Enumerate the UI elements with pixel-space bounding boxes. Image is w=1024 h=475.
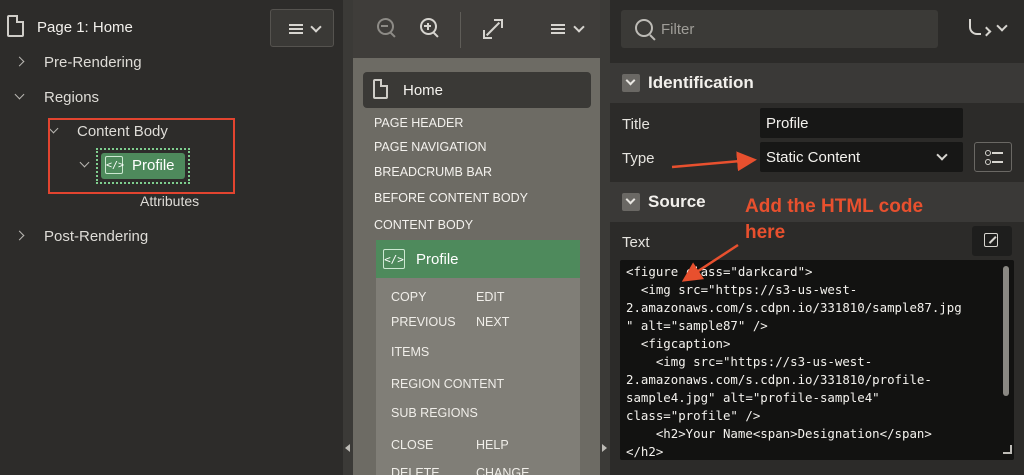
right-splitter[interactable]	[600, 0, 610, 475]
help-link[interactable]: HELP	[476, 438, 509, 452]
previous-link[interactable]: PREVIOUS	[391, 315, 456, 329]
annotation-line-2: here	[745, 222, 786, 243]
type-select-value: Static Content	[766, 149, 861, 166]
go-to-group-button[interactable]	[965, 16, 1015, 42]
code-line: sample4.jpg" alt="profile-sample4"	[626, 390, 880, 405]
title-field[interactable]: Profile	[760, 108, 963, 138]
next-link[interactable]: NEXT	[476, 315, 509, 329]
page-icon	[7, 15, 24, 37]
source-code-editor[interactable]: <figure class="darkcard"> <img src="http…	[620, 260, 1014, 460]
position-page-header[interactable]: PAGE HEADER	[374, 116, 463, 130]
chevron-down-icon	[310, 21, 322, 33]
hamburger-icon	[289, 24, 303, 34]
chevron-down-icon	[573, 21, 585, 33]
code-line: <figure class="darkcard">	[626, 264, 813, 279]
region-content-link[interactable]: REGION CONTENT	[391, 377, 504, 391]
tree-item-pre-rendering[interactable]: Pre-Rendering	[44, 54, 142, 71]
tree-header: Page 1: Home	[0, 0, 343, 56]
tree-item-post-rendering[interactable]: Post-Rendering	[44, 228, 148, 245]
chevron-down-icon	[936, 149, 948, 161]
code-line: <figcaption>	[626, 336, 731, 351]
rendering-tree-panel: Page 1: Home Pre-Rendering Regions Conte…	[0, 0, 343, 475]
arrow-head-icon	[981, 26, 992, 37]
tree-item-regions[interactable]: Regions	[44, 89, 99, 106]
hamburger-icon	[551, 24, 565, 34]
code-icon: </>	[383, 249, 405, 269]
copy-link[interactable]: COPY	[391, 290, 426, 304]
resize-handle-icon[interactable]	[1003, 445, 1012, 454]
collapse-chevron-icon[interactable]	[622, 74, 640, 92]
edit-link[interactable]: EDIT	[476, 290, 504, 304]
region-card-header[interactable]: </> Profile	[376, 240, 580, 278]
code-line: " alt="sample87" />	[626, 318, 768, 333]
zoom-out-icon[interactable]	[375, 17, 399, 41]
highlight-box	[48, 118, 235, 194]
chevron-right-icon[interactable]	[14, 56, 25, 67]
layout-menu-button[interactable]	[551, 17, 591, 41]
collapse-left-icon[interactable]	[345, 444, 350, 452]
layout-panel: Home PAGE HEADER PAGE NAVIGATION BREADCR…	[353, 0, 600, 475]
change-link[interactable]: CHANGE	[476, 466, 529, 475]
left-splitter[interactable]	[343, 0, 353, 475]
sub-regions-link[interactable]: SUB REGIONS	[391, 406, 478, 420]
code-line: </h2>	[626, 444, 664, 459]
page-node-label: Home	[403, 82, 444, 99]
list-icon	[985, 150, 991, 156]
annotation-line-1: Add the HTML code	[745, 196, 924, 217]
position-content-body[interactable]: CONTENT BODY	[374, 218, 473, 232]
page-node-home[interactable]: Home	[363, 72, 591, 108]
type-select[interactable]: Static Content	[760, 142, 963, 172]
title-label: Title	[622, 116, 650, 133]
expand-icon[interactable]	[481, 17, 505, 41]
chevron-down-icon	[996, 20, 1008, 32]
collapse-right-icon[interactable]	[602, 444, 607, 452]
page-icon	[373, 79, 388, 99]
code-scrollbar[interactable]	[1003, 266, 1009, 396]
code-line: class="profile" />	[626, 408, 761, 423]
code-line: <img src="https://s3-us-west-	[626, 282, 858, 297]
items-link[interactable]: ITEMS	[391, 345, 429, 359]
source-title: Source	[648, 192, 706, 211]
position-breadcrumb-bar[interactable]: BREADCRUMB BAR	[374, 165, 492, 179]
layout-toolbar	[353, 0, 600, 58]
filter-placeholder: Filter	[661, 21, 695, 38]
identification-title: Identification	[648, 73, 754, 92]
delete-link[interactable]: DELETE	[391, 466, 440, 475]
zoom-in-icon[interactable]	[418, 17, 442, 41]
code-line: 2.amazonaws.com/s.cdpn.io/331810/profile…	[626, 372, 932, 387]
collapse-chevron-icon[interactable]	[622, 193, 640, 211]
text-label: Text	[622, 234, 650, 251]
code-line: <img src="https://s3-us-west-	[626, 354, 873, 369]
property-editor-panel: Filter Identification Title Profile Type…	[610, 0, 1024, 475]
type-label: Type	[622, 150, 655, 167]
position-before-content-body[interactable]: BEFORE CONTENT BODY	[374, 191, 528, 205]
list-of-values-button[interactable]	[974, 142, 1012, 172]
chevron-right-icon[interactable]	[14, 230, 25, 241]
title-field-value: Profile	[766, 115, 809, 132]
return-arrow-icon	[969, 19, 981, 35]
region-card-title: Profile	[416, 251, 459, 268]
tree-menu-button[interactable]	[270, 9, 334, 47]
position-page-navigation[interactable]: PAGE NAVIGATION	[374, 140, 487, 154]
tree-item-attributes[interactable]: Attributes	[140, 193, 199, 209]
search-icon-handle	[649, 34, 656, 41]
open-code-editor-button[interactable]	[972, 226, 1012, 256]
code-line: 2.amazonaws.com/s.cdpn.io/331810/sample8…	[626, 300, 962, 315]
close-link[interactable]: CLOSE	[391, 438, 433, 452]
region-card-profile[interactable]: </> Profile COPY EDIT PREVIOUS NEXT ITEM…	[376, 240, 580, 475]
filter-input[interactable]: Filter	[621, 10, 938, 48]
toolbar-divider	[460, 12, 461, 48]
chevron-down-icon[interactable]	[14, 89, 25, 100]
identification-group-header[interactable]: Identification	[610, 63, 1024, 103]
page-title: Page 1: Home	[37, 19, 133, 36]
code-line: <h2>Your Name<span>Designation</span>	[626, 426, 932, 441]
